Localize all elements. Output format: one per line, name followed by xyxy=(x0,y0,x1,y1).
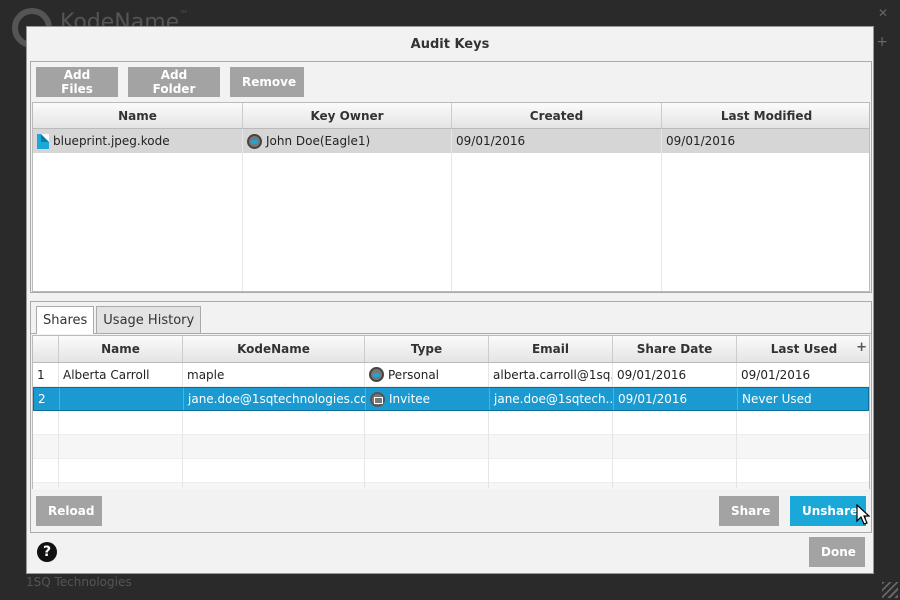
share-button[interactable]: Share xyxy=(719,496,779,526)
shares-actions: Reload Share Unshare xyxy=(31,490,871,532)
column-header-email[interactable]: Email xyxy=(489,336,613,362)
shares-table: Name KodeName Type Email Share Date Last… xyxy=(32,335,870,491)
tab-shares[interactable]: Shares xyxy=(36,306,95,334)
email-cell: alberta.carroll@1sq... xyxy=(489,363,613,386)
share-date-cell: 09/01/2016 xyxy=(614,388,738,410)
column-header-name[interactable]: Name xyxy=(59,336,183,362)
column-header-share-date[interactable]: Share Date xyxy=(613,336,737,362)
column-divider xyxy=(242,129,243,291)
files-toolbar: Add Files Add Folder Remove xyxy=(31,62,871,102)
column-divider xyxy=(661,129,662,291)
empty-row xyxy=(33,435,869,459)
empty-row xyxy=(33,459,869,483)
created-cell: 09/01/2016 xyxy=(452,129,662,153)
column-header-type[interactable]: Type xyxy=(365,336,489,362)
files-table-header: Name Key Owner Created Last Modified xyxy=(33,103,869,129)
shares-table-header: Name KodeName Type Email Share Date Last… xyxy=(33,336,869,363)
row-index-cell: 1 xyxy=(33,363,59,386)
done-button[interactable]: Done xyxy=(809,537,865,567)
column-header-created[interactable]: Created xyxy=(452,103,662,128)
type-cell: Personal xyxy=(365,363,489,386)
add-icon[interactable]: + xyxy=(876,34,888,50)
dialog-title: Audit Keys xyxy=(410,36,490,52)
kodename-cell: maple xyxy=(183,363,365,386)
column-header-kodename[interactable]: KodeName xyxy=(183,336,365,362)
column-header-last-used[interactable]: Last Used xyxy=(737,336,871,362)
share-date-cell: 09/01/2016 xyxy=(613,363,737,386)
share-name-cell: Alberta Carroll xyxy=(59,363,183,386)
unshare-button[interactable]: Unshare xyxy=(790,496,866,526)
audit-keys-dialog: Audit Keys Add Files Add Folder Remove N… xyxy=(26,26,874,574)
column-header-key-owner[interactable]: Key Owner xyxy=(243,103,452,128)
files-table: Name Key Owner Created Last Modified blu… xyxy=(32,102,870,292)
column-header-last-modified[interactable]: Last Modified xyxy=(662,103,871,128)
dialog-footer: ? Done xyxy=(27,531,873,573)
row-index-cell: 2 xyxy=(34,388,60,410)
file-icon xyxy=(37,133,49,149)
table-row[interactable]: 1 Alberta Carroll maple Personal alberta… xyxy=(33,363,869,387)
column-header-name[interactable]: Name xyxy=(33,103,243,128)
invitee-icon xyxy=(370,391,385,407)
last-modified-cell: 09/01/2016 xyxy=(666,134,736,148)
add-folder-button[interactable]: Add Folder xyxy=(128,67,220,97)
reload-button[interactable]: Reload xyxy=(36,496,102,526)
type-cell: Invitee xyxy=(366,388,490,410)
tab-usage-history[interactable]: Usage History xyxy=(96,306,202,333)
footer-company: 1SQ Technologies xyxy=(26,575,132,589)
kodename-cell: jane.doe@1sqtechnologies.com xyxy=(184,388,366,410)
file-name-cell: blueprint.jpeg.kode xyxy=(33,129,243,153)
avatar-icon xyxy=(247,133,262,149)
files-panel: Add Files Add Folder Remove Name Key Own… xyxy=(30,61,872,293)
column-header-index xyxy=(33,336,59,362)
key-owner-cell: John Doe(Eagle1) xyxy=(243,129,452,153)
resize-grip-icon[interactable] xyxy=(882,582,898,598)
last-used-cell: 09/01/2016 xyxy=(741,367,811,382)
last-used-cell: Never Used xyxy=(742,392,812,406)
column-divider xyxy=(451,129,452,291)
tab-bar: Shares Usage History xyxy=(31,302,871,334)
close-icon[interactable]: ✕ xyxy=(878,6,888,20)
shares-panel: Shares Usage History Name KodeName Type … xyxy=(30,301,872,533)
share-name-cell xyxy=(60,388,184,410)
remove-button[interactable]: Remove xyxy=(230,67,304,97)
add-column-icon[interactable]: + xyxy=(856,340,867,355)
empty-row xyxy=(33,411,869,435)
email-cell: jane.doe@1sqtech... xyxy=(490,388,614,410)
table-row[interactable]: 2 jane.doe@1sqtechnologies.com Invitee j… xyxy=(33,387,869,411)
avatar-icon xyxy=(369,367,384,382)
add-files-button[interactable]: Add Files xyxy=(36,67,118,97)
mouse-cursor-icon xyxy=(856,504,870,525)
help-icon[interactable]: ? xyxy=(37,542,57,562)
